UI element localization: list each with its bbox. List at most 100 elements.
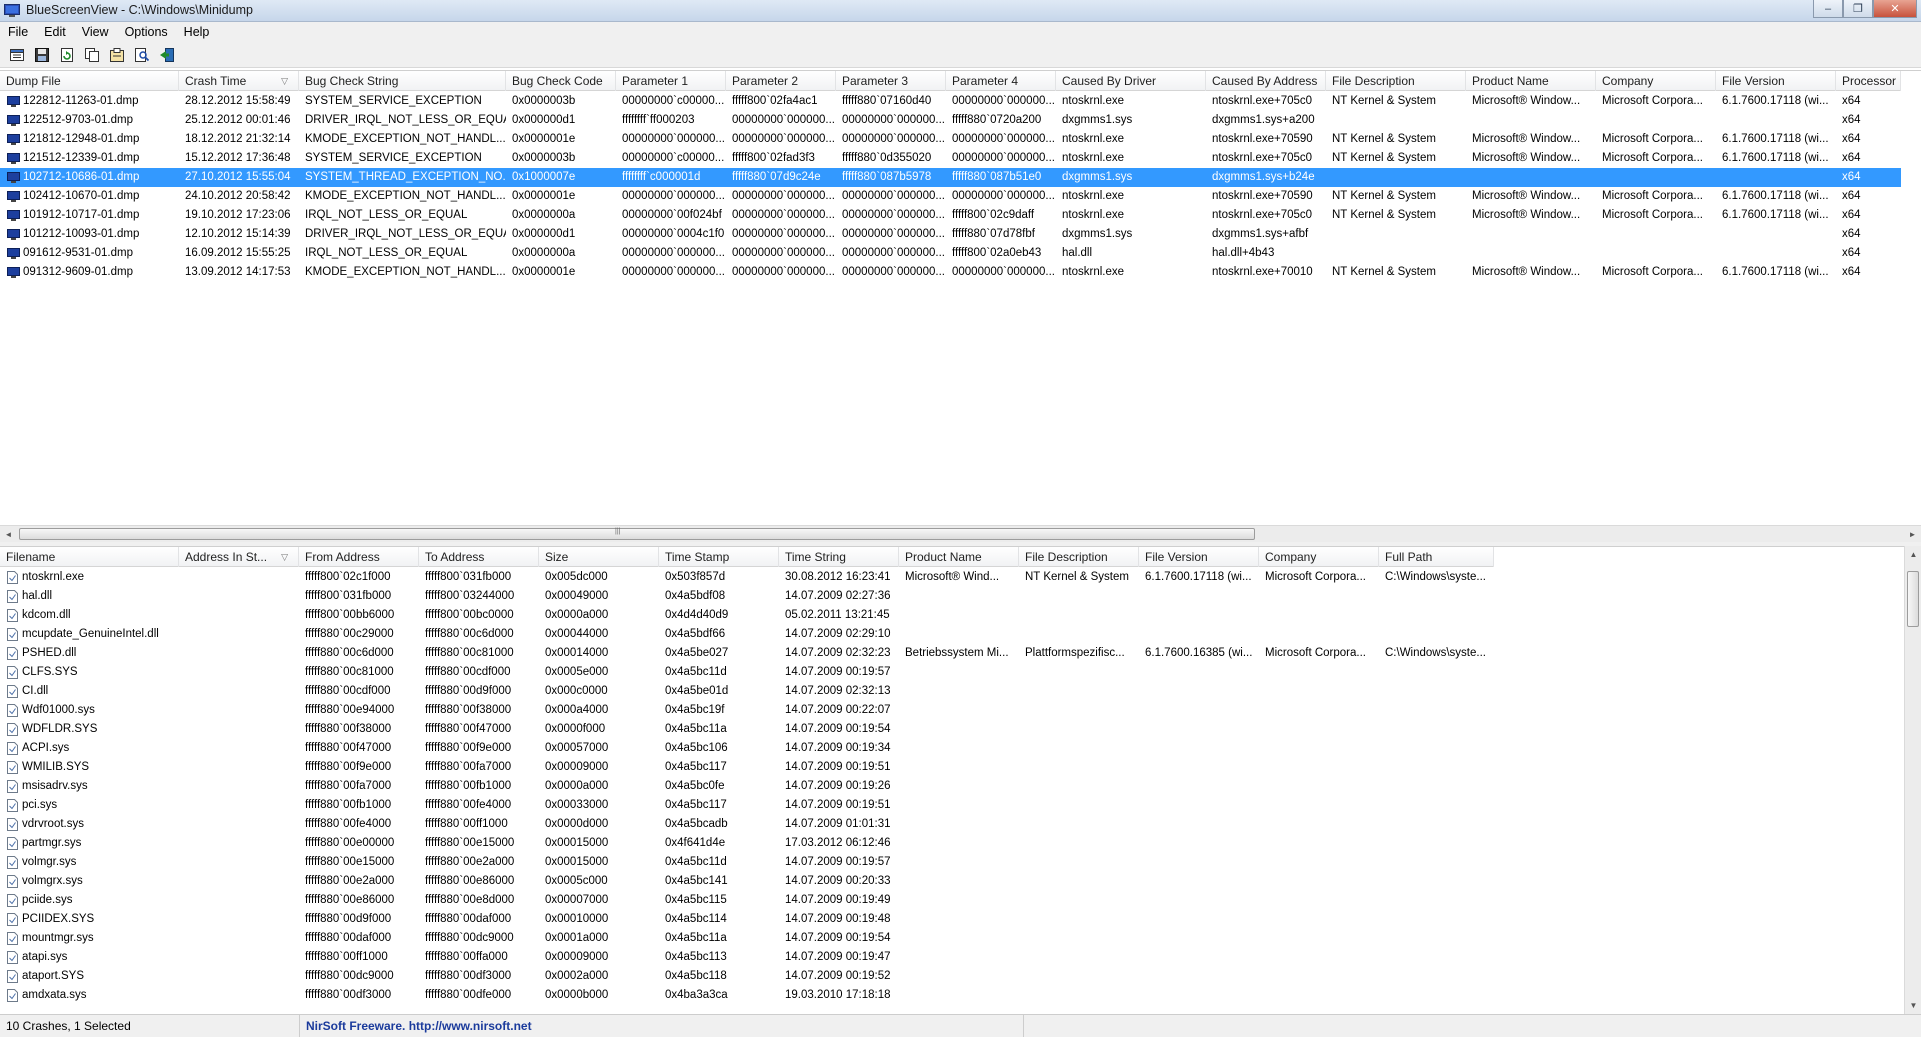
driver-row[interactable]: atapi.sys fffff880`00ff1000 fffff880`00ffa… bbox=[0, 948, 1494, 967]
driver-row[interactable]: PCIIDEX.SYS fffff880`00d9f000 fffff880`00d… bbox=[0, 910, 1494, 929]
crash-column-header-parameter-1[interactable]: Parameter 1 bbox=[616, 71, 726, 91]
crash-row[interactable]: 121512-12339-01.dmp 15.12.2012 17:36:48 SY… bbox=[0, 149, 1901, 168]
driver-row[interactable]: amdxata.sys fffff880`00df3000 fffff880`00d… bbox=[0, 986, 1494, 1005]
crash-cell-processor: x64 bbox=[1842, 152, 1861, 164]
crash-column-header-crash-time[interactable]: Crash Time ▽ bbox=[179, 71, 299, 91]
menu-file[interactable]: File bbox=[0, 25, 36, 39]
driver-row[interactable]: pci.sys fffff880`00fb1000 fffff880`00fe400… bbox=[0, 796, 1494, 815]
html-report-button[interactable] bbox=[106, 45, 127, 65]
scroll-up-arrow-icon[interactable]: ▲ bbox=[1905, 546, 1921, 563]
driver-cell-address-in-st bbox=[179, 834, 299, 853]
driver-cell-file-version bbox=[1139, 891, 1259, 910]
driver-column-header-from-address[interactable]: From Address bbox=[299, 547, 419, 567]
crash-row[interactable]: 122812-11263-01.dmp 28.12.2012 15:58:49 SY… bbox=[0, 92, 1901, 111]
driver-row[interactable]: kdcom.dll fffff800`00bb6000 fffff800`00bc0… bbox=[0, 606, 1494, 625]
crash-list-horizontal-scrollbar[interactable]: ◄ ||| ► bbox=[0, 525, 1921, 542]
scrollbar-thumb[interactable] bbox=[1907, 571, 1919, 627]
crash-column-header-file-description[interactable]: File Description bbox=[1326, 71, 1466, 91]
properties-button[interactable] bbox=[6, 45, 27, 65]
minimize-button[interactable]: – bbox=[1813, 0, 1843, 18]
driver-column-header-full-path[interactable]: Full Path bbox=[1379, 547, 1494, 567]
driver-row[interactable]: volmgr.sys fffff880`00e15000 fffff880`00e2… bbox=[0, 853, 1494, 872]
crash-row[interactable]: 101912-10717-01.dmp 19.10.2012 17:23:06 IR… bbox=[0, 206, 1901, 225]
driver-row[interactable]: mountmgr.sys fffff880`00daf000 fffff880`00… bbox=[0, 929, 1494, 948]
driver-cell-from-address: fffff800`031fb000 bbox=[305, 590, 392, 602]
crash-column-header-processor[interactable]: Processor bbox=[1836, 71, 1901, 91]
driver-column-header-size[interactable]: Size bbox=[539, 547, 659, 567]
driver-row[interactable]: mcupdate_GenuineIntel.dll fffff880`00c290… bbox=[0, 625, 1494, 644]
driver-row[interactable]: volmgrx.sys fffff880`00e2a000 fffff880`00e… bbox=[0, 872, 1494, 891]
crash-cell-parameter-3: 00000000`000000... bbox=[842, 114, 945, 126]
crash-row[interactable]: 101212-10093-01.dmp 12.10.2012 15:14:39 DR… bbox=[0, 225, 1901, 244]
crash-row[interactable]: 091612-9531-01.dmp 16.09.2012 15:55:25 IRQ… bbox=[0, 244, 1901, 263]
copy-button[interactable] bbox=[81, 45, 102, 65]
driver-row[interactable]: vdrvroot.sys fffff880`00fe4000 fffff880`00… bbox=[0, 815, 1494, 834]
driver-row[interactable]: ACPI.sys fffff880`00f47000 fffff880`00f9e0… bbox=[0, 739, 1494, 758]
crash-column-header-caused-by-address[interactable]: Caused By Address bbox=[1206, 71, 1326, 91]
close-button[interactable]: ✕ bbox=[1873, 0, 1917, 18]
crash-row[interactable]: 091312-9609-01.dmp 13.09.2012 14:17:53 KMO… bbox=[0, 263, 1901, 282]
driver-row[interactable]: PSHED.dll fffff880`00c6d000 fffff880`00c81… bbox=[0, 644, 1494, 663]
driver-column-header-time-string[interactable]: Time String bbox=[779, 547, 899, 567]
crash-list[interactable]: Dump File Crash Time ▽ Bug Check String Bug … bbox=[0, 70, 1921, 525]
driver-column-header-file-description[interactable]: File Description bbox=[1019, 547, 1139, 567]
scroll-right-arrow-icon[interactable]: ► bbox=[1904, 526, 1921, 543]
crash-cell-file-description bbox=[1326, 244, 1466, 263]
driver-cell-time-string: 14.07.2009 02:32:13 bbox=[785, 685, 891, 697]
nirsoft-link[interactable]: NirSoft Freeware. http://www.nirsoft.net bbox=[300, 1015, 1024, 1037]
driver-file-icon bbox=[7, 742, 18, 755]
crash-column-header-company[interactable]: Company bbox=[1596, 71, 1716, 91]
scroll-left-arrow-icon[interactable]: ◄ bbox=[0, 526, 17, 543]
driver-list[interactable]: Filename Address In St... ▽ From Address To … bbox=[0, 546, 1904, 1014]
scrollbar-thumb[interactable] bbox=[19, 528, 1255, 540]
driver-column-header-to-address[interactable]: To Address bbox=[419, 547, 539, 567]
crash-row[interactable]: 102412-10670-01.dmp 24.10.2012 20:58:42 KM… bbox=[0, 187, 1901, 206]
driver-cell-file-version: 6.1.7600.16385 (wi... bbox=[1145, 647, 1253, 659]
crash-column-header-dump-file[interactable]: Dump File bbox=[0, 71, 179, 91]
menu-edit[interactable]: Edit bbox=[36, 25, 74, 39]
driver-column-header-file-version[interactable]: File Version bbox=[1139, 547, 1259, 567]
save-button[interactable] bbox=[31, 45, 52, 65]
driver-row[interactable]: hal.dll fffff800`031fb000 fffff800`0324400… bbox=[0, 587, 1494, 606]
crash-column-header-caused-by-driver[interactable]: Caused By Driver bbox=[1056, 71, 1206, 91]
driver-cell-full-path bbox=[1379, 606, 1494, 625]
crash-row[interactable]: 102712-10686-01.dmp 27.10.2012 15:55:04 SY… bbox=[0, 168, 1901, 187]
crash-column-header-file-version[interactable]: File Version bbox=[1716, 71, 1836, 91]
driver-column-header-filename[interactable]: Filename bbox=[0, 547, 179, 567]
crash-row[interactable]: 121812-12948-01.dmp 18.12.2012 21:32:14 KM… bbox=[0, 130, 1901, 149]
menu-help[interactable]: Help bbox=[176, 25, 218, 39]
driver-column-header-product-name[interactable]: Product Name bbox=[899, 547, 1019, 567]
driver-row[interactable]: Wdf01000.sys fffff880`00e94000 fffff880`00… bbox=[0, 701, 1494, 720]
driver-row[interactable]: WMILIB.SYS fffff880`00f9e000 fffff880`00fa… bbox=[0, 758, 1494, 777]
crash-cell-bug-check-string: KMODE_EXCEPTION_NOT_HANDL... bbox=[305, 133, 506, 145]
menu-options[interactable]: Options bbox=[117, 25, 176, 39]
crash-column-header-bug-check-code[interactable]: Bug Check Code bbox=[506, 71, 616, 91]
driver-row[interactable]: partmgr.sys fffff880`00e00000 fffff880`00e… bbox=[0, 834, 1494, 853]
restore-button[interactable]: ❐ bbox=[1843, 0, 1873, 18]
crash-column-header-parameter-4[interactable]: Parameter 4 bbox=[946, 71, 1056, 91]
refresh-button[interactable] bbox=[56, 45, 77, 65]
find-button[interactable] bbox=[131, 45, 152, 65]
driver-row[interactable]: ntoskrnl.exe fffff800`02c1f000 fffff800`03… bbox=[0, 568, 1494, 587]
driver-column-header-time-stamp[interactable]: Time Stamp bbox=[659, 547, 779, 567]
crash-column-header-product-name[interactable]: Product Name bbox=[1466, 71, 1596, 91]
crash-row[interactable]: 122512-9703-01.dmp 25.12.2012 00:01:46 DRI… bbox=[0, 111, 1901, 130]
driver-row[interactable]: msisadrv.sys fffff880`00fa7000 fffff880`00… bbox=[0, 777, 1494, 796]
driver-list-vertical-scrollbar[interactable]: ▲ ▼ bbox=[1904, 546, 1921, 1014]
crash-column-header-parameter-2[interactable]: Parameter 2 bbox=[726, 71, 836, 91]
driver-row[interactable]: pciide.sys fffff880`00e86000 fffff880`00e8… bbox=[0, 891, 1494, 910]
menu-view[interactable]: View bbox=[74, 25, 117, 39]
scroll-down-arrow-icon[interactable]: ▼ bbox=[1905, 997, 1921, 1014]
crash-column-header-parameter-3[interactable]: Parameter 3 bbox=[836, 71, 946, 91]
driver-row[interactable]: CI.dll fffff880`00cdf000 fffff880`00d9f000… bbox=[0, 682, 1494, 701]
driver-column-header-company[interactable]: Company bbox=[1259, 547, 1379, 567]
exit-button[interactable] bbox=[156, 45, 177, 65]
driver-column-header-address-in-st[interactable]: Address In St... ▽ bbox=[179, 547, 299, 567]
driver-row[interactable]: WDFLDR.SYS fffff880`00f38000 fffff880`00f4… bbox=[0, 720, 1494, 739]
driver-row[interactable]: CLFS.SYS fffff880`00c81000 fffff880`00cdf0… bbox=[0, 663, 1494, 682]
crash-cell-parameter-3: fffff880`0d355020 bbox=[842, 152, 932, 164]
driver-cell-address-in-st bbox=[179, 758, 299, 777]
crash-column-header-bug-check-string[interactable]: Bug Check String bbox=[299, 71, 506, 91]
driver-row[interactable]: ataport.SYS fffff880`00dc9000 fffff880`00d… bbox=[0, 967, 1494, 986]
driver-cell-time-stamp: 0x4a5bc11a bbox=[665, 932, 727, 944]
